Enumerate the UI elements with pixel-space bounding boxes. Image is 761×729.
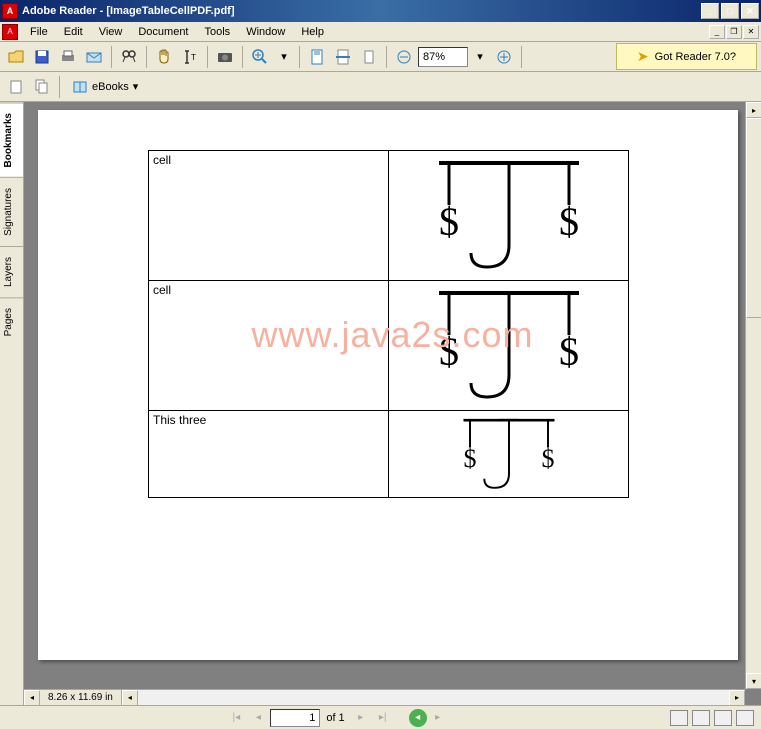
table-row: This three $ $: [149, 411, 629, 498]
table-cell-label: cell: [149, 281, 389, 411]
prev-page-button[interactable]: ◂: [248, 709, 268, 727]
app-icon: A: [2, 3, 18, 19]
page-copy-button[interactable]: [30, 75, 54, 99]
side-tab-pages[interactable]: Pages: [0, 297, 23, 346]
forward-button[interactable]: ▸: [429, 709, 447, 727]
menu-file[interactable]: File: [22, 24, 56, 40]
search-button[interactable]: [117, 45, 141, 69]
next-page-button[interactable]: ▸: [351, 709, 371, 727]
got-reader-promo[interactable]: ➤ Got Reader 7.0?: [616, 43, 757, 70]
last-page-button[interactable]: ▸|: [373, 709, 393, 727]
window-title: Adobe Reader - [ImageTableCellPDF.pdf]: [22, 5, 701, 17]
scroll-left2-button[interactable]: ◂: [122, 690, 138, 706]
zoom-plus-button[interactable]: [492, 45, 516, 69]
table-cell-image: $ $: [389, 151, 629, 281]
select-tool-button[interactable]: T: [178, 45, 202, 69]
js-glyph-icon: $ $: [409, 155, 609, 275]
side-tab-bookmarks[interactable]: Bookmarks: [0, 102, 23, 177]
scroll-right-button[interactable]: ▸: [729, 690, 745, 706]
scroll-left-button[interactable]: ◂: [24, 690, 40, 706]
hand-tool-button[interactable]: [152, 45, 176, 69]
zoom-out-button[interactable]: [392, 45, 416, 69]
facing-view-button[interactable]: [714, 710, 732, 726]
minimize-button[interactable]: _: [701, 3, 719, 19]
menu-view[interactable]: View: [91, 24, 131, 40]
pdf-page: cell $ $ cell: [38, 110, 738, 660]
ebooks-button[interactable]: eBooks ▾: [65, 76, 145, 98]
ebooks-label: eBooks: [92, 81, 129, 93]
scroll-menu-button[interactable]: ▸: [746, 102, 761, 118]
js-glyph-icon: $ $: [409, 285, 609, 405]
page-total-label: of 1: [322, 712, 348, 724]
open-button[interactable]: [4, 45, 28, 69]
mdi-close-button[interactable]: ✕: [743, 25, 759, 39]
side-tab-layers[interactable]: Layers: [0, 246, 23, 297]
table-row: cell $ $: [149, 151, 629, 281]
single-page-view-button[interactable]: [670, 710, 688, 726]
continuous-view-button[interactable]: [692, 710, 710, 726]
fit-width-button[interactable]: [331, 45, 355, 69]
menu-edit[interactable]: Edit: [56, 24, 91, 40]
promo-arrow-icon: ➤: [637, 48, 649, 65]
mdi-minimize-button[interactable]: _: [709, 25, 725, 39]
continuous-facing-view-button[interactable]: [736, 710, 754, 726]
document-icon: A: [2, 24, 18, 40]
zoom-combo-dropdown[interactable]: ▾: [470, 47, 490, 67]
menu-document[interactable]: Document: [130, 24, 196, 40]
title-bar: A Adobe Reader - [ImageTableCellPDF.pdf]…: [0, 0, 761, 22]
zoom-in-button[interactable]: [248, 45, 272, 69]
rotate-button[interactable]: [357, 45, 381, 69]
main-toolbar: T ▾ ▾ ➤ Got Reader 7.0?: [0, 42, 761, 72]
page-number-input[interactable]: [270, 709, 320, 727]
table-row: cell $ $: [149, 281, 629, 411]
save-button[interactable]: [30, 45, 54, 69]
email-button[interactable]: [82, 45, 106, 69]
chevron-down-icon: ▾: [133, 80, 139, 93]
page-size-display: 8.26 x 11.69 in: [40, 690, 122, 706]
horizontal-scrollbar[interactable]: ◂ 8.26 x 11.69 in ◂ ▸: [24, 689, 745, 705]
page-thumb-button[interactable]: [4, 75, 28, 99]
horizontal-scroll-track[interactable]: [138, 690, 729, 706]
zoom-input[interactable]: [418, 47, 468, 67]
got-reader-label: Got Reader 7.0?: [655, 51, 736, 63]
mdi-restore-button[interactable]: ❐: [726, 25, 742, 39]
menu-help[interactable]: Help: [293, 24, 332, 40]
table-cell-label: cell: [149, 151, 389, 281]
vertical-scrollbar[interactable]: ▴ ▸ ▾: [745, 102, 761, 689]
table-cell-label: This three: [149, 411, 389, 498]
menu-window[interactable]: Window: [238, 24, 293, 40]
snapshot-tool-button[interactable]: [213, 45, 237, 69]
side-tab-signatures[interactable]: Signatures: [0, 177, 23, 246]
vertical-scroll-thumb[interactable]: [746, 118, 761, 318]
first-page-button[interactable]: |◂: [226, 709, 246, 727]
menu-bar: A File Edit View Document Tools Window H…: [0, 22, 761, 42]
svg-text:$: $: [541, 444, 554, 473]
main-area: Bookmarks Signatures Layers Pages cell $…: [0, 102, 761, 705]
secondary-toolbar: eBooks ▾: [0, 72, 761, 102]
table-cell-image: $ $: [389, 281, 629, 411]
back-button[interactable]: ◂: [409, 709, 427, 727]
scroll-down-button[interactable]: ▾: [746, 673, 761, 689]
maximize-button[interactable]: □: [721, 3, 739, 19]
document-viewport: cell $ $ cell: [24, 102, 761, 705]
svg-text:T: T: [191, 53, 196, 62]
svg-text:$: $: [439, 199, 459, 244]
menu-tools[interactable]: Tools: [197, 24, 239, 40]
svg-text:$: $: [439, 329, 459, 374]
svg-text:$: $: [559, 199, 579, 244]
fit-page-button[interactable]: [305, 45, 329, 69]
status-bar: |◂ ◂ of 1 ▸ ▸| ◂ ▸: [0, 705, 761, 729]
zoom-dropdown[interactable]: ▾: [274, 47, 294, 67]
side-panel: Bookmarks Signatures Layers Pages: [0, 102, 24, 705]
table-cell-image: $ $: [389, 411, 629, 498]
close-button[interactable]: ✕: [741, 3, 759, 19]
svg-text:$: $: [463, 444, 476, 473]
document-table: cell $ $ cell: [148, 150, 629, 498]
print-button[interactable]: [56, 45, 80, 69]
js-glyph-icon: $ $: [444, 415, 574, 493]
svg-text:$: $: [559, 329, 579, 374]
ebooks-icon: [72, 79, 88, 95]
